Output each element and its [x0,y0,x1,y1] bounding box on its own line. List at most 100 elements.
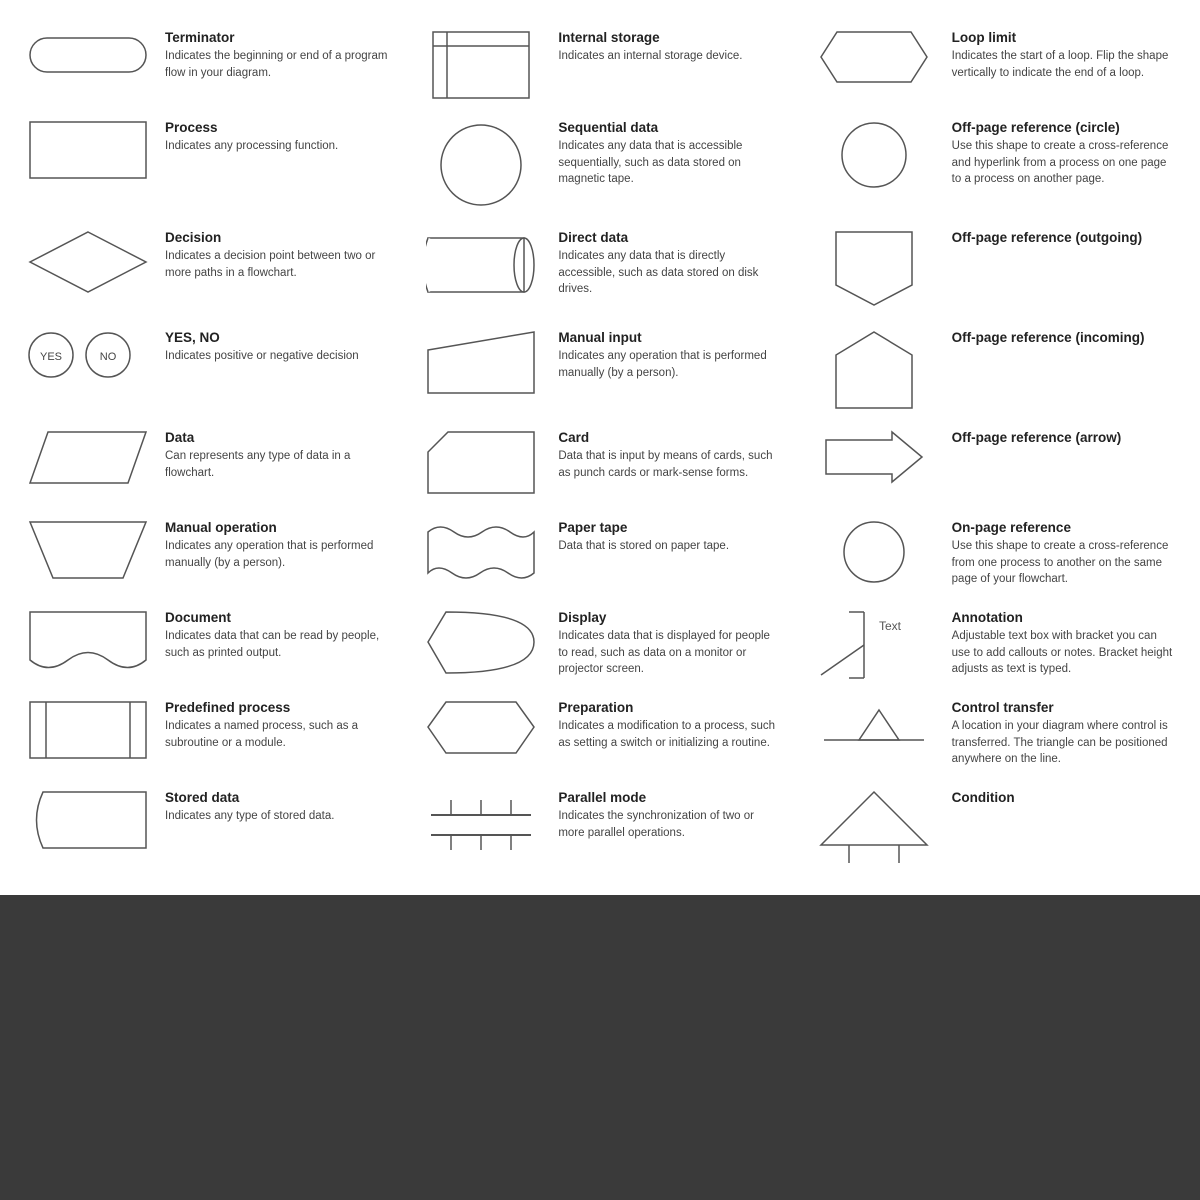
text-preparation: Preparation Indicates a modification to … [558,700,782,751]
cell-loop-limit: Loop limit Indicates the start of a loop… [797,20,1190,110]
text-off-page-arrow: Off-page reference (arrow) [952,430,1176,448]
desc-loop-limit: Indicates the start of a loop. Flip the … [952,48,1176,81]
title-parallel-mode: Parallel mode [558,790,782,805]
text-annotation: Annotation Adjustable text box with brac… [952,610,1176,678]
cell-data: Data Can represents any type of data in … [10,420,403,510]
title-decision: Decision [165,230,389,245]
title-off-page-arrow: Off-page reference (arrow) [952,430,1176,445]
shape-predefined-process [20,700,165,760]
desc-stored-data: Indicates any type of stored data. [165,808,389,825]
title-on-page-reference: On-page reference [952,520,1176,535]
shape-stored-data [20,790,165,850]
shape-process [20,120,165,180]
desc-preparation: Indicates a modification to a process, s… [558,718,782,751]
cell-manual-operation: Manual operation Indicates any operation… [10,510,403,600]
text-paper-tape: Paper tape Data that is stored on paper … [558,520,782,555]
shape-internal-storage [413,30,558,100]
shape-preparation [413,700,558,755]
text-data: Data Can represents any type of data in … [165,430,389,481]
text-card: Card Data that is input by means of card… [558,430,782,481]
desc-decision: Indicates a decision point between two o… [165,248,389,281]
desc-predefined-process: Indicates a named process, such as a sub… [165,718,389,751]
title-off-page-incoming: Off-page reference (incoming) [952,330,1176,345]
cell-manual-input: Manual input Indicates any operation tha… [403,320,796,420]
shape-off-page-incoming [807,330,952,410]
main-panel: Terminator Indicates the beginning or en… [0,0,1200,895]
cell-decision: Decision Indicates a decision point betw… [10,220,403,320]
cell-on-page-reference: On-page reference Use this shape to crea… [797,510,1190,600]
cell-direct-data: Direct data Indicates any data that is d… [403,220,796,320]
shape-paper-tape [413,520,558,585]
shape-control-transfer [807,700,952,755]
text-on-page-reference: On-page reference Use this shape to crea… [952,520,1176,588]
title-preparation: Preparation [558,700,782,715]
text-condition: Condition [952,790,1176,808]
shape-terminator [20,30,165,80]
title-annotation: Annotation [952,610,1176,625]
cell-parallel-mode: Parallel mode Indicates the synchronizat… [403,780,796,875]
text-parallel-mode: Parallel mode Indicates the synchronizat… [558,790,782,841]
desc-display: Indicates data that is displayed for peo… [558,628,782,678]
desc-process: Indicates any processing function. [165,138,389,155]
cell-terminator: Terminator Indicates the beginning or en… [10,20,403,110]
desc-control-transfer: A location in your diagram where control… [952,718,1176,768]
cell-process: Process Indicates any processing functio… [10,110,403,220]
title-sequential-data: Sequential data [558,120,782,135]
cell-card: Card Data that is input by means of card… [403,420,796,510]
cell-yes-no: YES NO YES, NO Indicates positive or neg… [10,320,403,420]
shape-card [413,430,558,495]
text-off-page-incoming: Off-page reference (incoming) [952,330,1176,348]
desc-card: Data that is input by means of cards, su… [558,448,782,481]
shape-on-page-reference [807,520,952,585]
title-predefined-process: Predefined process [165,700,389,715]
title-terminator: Terminator [165,30,389,45]
desc-manual-input: Indicates any operation that is performe… [558,348,782,381]
text-decision: Decision Indicates a decision point betw… [165,230,389,281]
desc-off-page-circle: Use this shape to create a cross-referen… [952,138,1176,188]
title-manual-operation: Manual operation [165,520,389,535]
cell-document: Document Indicates data that can be read… [10,600,403,690]
shape-yes-no: YES NO [20,330,165,380]
text-manual-input: Manual input Indicates any operation tha… [558,330,782,381]
title-direct-data: Direct data [558,230,782,245]
shape-annotation: Text [807,610,952,680]
svg-text:YES: YES [39,351,61,363]
text-direct-data: Direct data Indicates any data that is d… [558,230,782,298]
text-control-transfer: Control transfer A location in your diag… [952,700,1176,768]
desc-yes-no: Indicates positive or negative decision [165,348,389,365]
cell-condition: Condition [797,780,1190,875]
svg-text:Text: Text [879,619,902,633]
cell-off-page-incoming: Off-page reference (incoming) [797,320,1190,420]
title-off-page-circle: Off-page reference (circle) [952,120,1176,135]
desc-sequential-data: Indicates any data that is accessible se… [558,138,782,188]
desc-data: Can represents any type of data in a flo… [165,448,389,481]
desc-parallel-mode: Indicates the synchronization of two or … [558,808,782,841]
text-document: Document Indicates data that can be read… [165,610,389,661]
cell-off-page-outgoing: Off-page reference (outgoing) [797,220,1190,320]
cell-paper-tape: Paper tape Data that is stored on paper … [403,510,796,600]
title-data: Data [165,430,389,445]
desc-paper-tape: Data that is stored on paper tape. [558,538,782,555]
shape-off-page-arrow [807,430,952,485]
shape-off-page-outgoing [807,230,952,310]
shape-sequential-data [413,120,558,210]
text-manual-operation: Manual operation Indicates any operation… [165,520,389,571]
text-display: Display Indicates data that is displayed… [558,610,782,678]
text-terminator: Terminator Indicates the beginning or en… [165,30,389,81]
desc-document: Indicates data that can be read by peopl… [165,628,389,661]
cell-off-page-circle: Off-page reference (circle) Use this sha… [797,110,1190,220]
text-yes-no: YES, NO Indicates positive or negative d… [165,330,389,365]
cell-off-page-arrow: Off-page reference (arrow) [797,420,1190,510]
title-condition: Condition [952,790,1176,805]
text-process: Process Indicates any processing functio… [165,120,389,155]
cell-display: Display Indicates data that is displayed… [403,600,796,690]
shape-condition [807,790,952,865]
title-paper-tape: Paper tape [558,520,782,535]
title-card: Card [558,430,782,445]
title-control-transfer: Control transfer [952,700,1176,715]
shape-display [413,610,558,675]
shape-manual-operation [20,520,165,580]
text-stored-data: Stored data Indicates any type of stored… [165,790,389,825]
title-off-page-outgoing: Off-page reference (outgoing) [952,230,1176,245]
shape-manual-input [413,330,558,395]
